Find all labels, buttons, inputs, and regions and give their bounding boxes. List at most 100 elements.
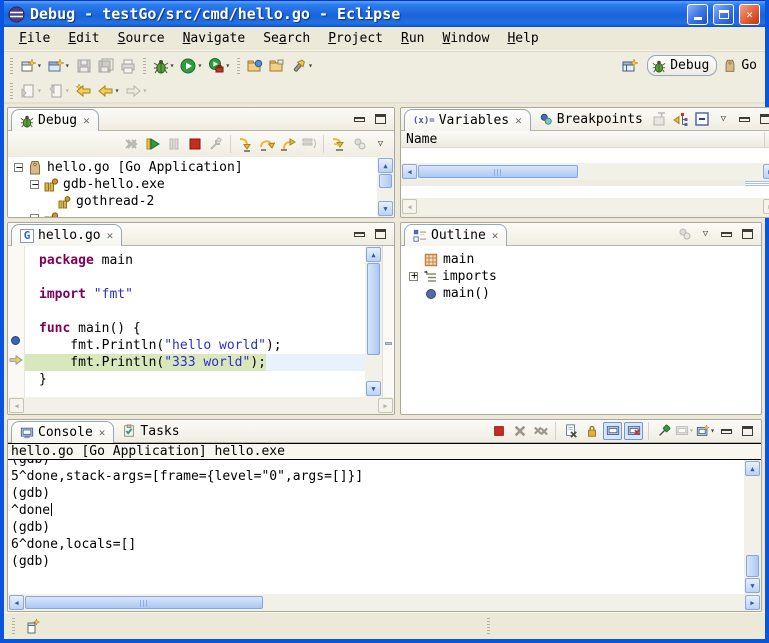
remove-launch-button[interactable] <box>510 422 529 440</box>
run-launch-button[interactable]: ▾ <box>177 55 205 77</box>
tab-debug[interactable]: Debug ✕ <box>11 109 99 131</box>
perspective-go-button[interactable]: Go <box>723 58 757 73</box>
console-hscrollbar[interactable]: ◀ ▶ <box>8 594 761 611</box>
new-project-button[interactable]: ▾ <box>45 55 73 77</box>
view-menu-chevron[interactable] <box>371 135 390 153</box>
collapse-all-button[interactable] <box>693 110 712 128</box>
terminate-button[interactable] <box>185 135 204 153</box>
tab-tasks[interactable]: Tasks <box>114 420 187 442</box>
forward-button[interactable]: ▾ <box>122 80 150 102</box>
editor-ruler[interactable] <box>8 246 25 397</box>
scroll-thumb[interactable] <box>418 165 578 178</box>
scroll-up-arrow[interactable]: ▲ <box>378 158 393 173</box>
previous-annotation-button[interactable]: ▾ <box>45 80 73 102</box>
variables-detail-pane[interactable] <box>401 186 769 198</box>
show-stdout-button[interactable] <box>603 422 622 440</box>
scroll-thumb[interactable] <box>25 596 263 609</box>
maximize-view-button[interactable] <box>738 225 757 243</box>
maximize-view-button[interactable] <box>738 422 757 440</box>
column-value[interactable]: V <box>764 132 769 147</box>
clear-console-button[interactable] <box>561 422 580 440</box>
expander-icon[interactable] <box>30 180 39 189</box>
display-console-button[interactable]: ▾ <box>675 422 694 440</box>
close-icon[interactable]: ✕ <box>105 229 114 242</box>
menu-navigate[interactable]: Navigate <box>174 29 255 48</box>
expander-icon[interactable] <box>30 214 39 217</box>
editor-content[interactable]: package main import "fmt" func main() { … <box>25 246 365 397</box>
view-menu-chevron[interactable] <box>696 225 715 243</box>
minimize-button[interactable] <box>687 4 708 25</box>
outline-item-imports[interactable]: imports <box>409 268 761 285</box>
overview-marker[interactable] <box>385 342 392 345</box>
show-stderr-button[interactable] <box>624 422 643 440</box>
save-button[interactable] <box>73 55 95 77</box>
back-button[interactable]: ▾ <box>95 80 123 102</box>
toolbar-drag-handle[interactable] <box>10 58 13 74</box>
scroll-thumb[interactable] <box>379 174 392 188</box>
scroll-lock-button[interactable] <box>582 422 601 440</box>
save-all-button[interactable] <box>95 55 117 77</box>
link-with-editor-button[interactable] <box>675 225 694 243</box>
expander-icon[interactable] <box>409 272 418 281</box>
maximize-view-button[interactable] <box>371 110 390 128</box>
minimize-view-button[interactable] <box>717 422 736 440</box>
external-tools-button[interactable]: ▾ <box>205 55 233 77</box>
step-into-button[interactable] <box>236 135 255 153</box>
scroll-down-arrow[interactable]: ▼ <box>745 578 760 593</box>
menu-project[interactable]: Project <box>319 29 392 48</box>
outline-item-package[interactable]: main <box>409 251 761 268</box>
debug-launch-button[interactable]: ▾ <box>150 55 178 77</box>
menu-edit[interactable]: Edit <box>59 29 108 48</box>
outline-item-main-func[interactable]: main() <box>409 285 761 302</box>
last-edit-location-button[interactable] <box>73 80 95 102</box>
maximize-view-button[interactable] <box>371 225 390 243</box>
remove-all-terminated-button[interactable] <box>122 135 141 153</box>
scroll-right-arrow[interactable]: ▶ <box>763 199 769 214</box>
variables-tree-area[interactable] <box>401 148 769 163</box>
resume-button[interactable] <box>143 135 162 153</box>
step-return-button[interactable] <box>278 135 297 153</box>
view-management-button[interactable] <box>350 135 369 153</box>
terminate-button[interactable] <box>489 422 508 440</box>
menu-file[interactable]: File <box>10 29 59 48</box>
close-icon[interactable]: ✕ <box>513 114 522 127</box>
overview-ruler[interactable] <box>382 246 394 397</box>
close-icon[interactable]: ✕ <box>97 426 106 439</box>
disconnect-button[interactable] <box>206 135 225 153</box>
menu-help[interactable]: Help <box>498 29 547 48</box>
minimize-view-button[interactable] <box>735 110 754 128</box>
tree-item-thread[interactable]: gothread-2 <box>12 193 377 210</box>
step-over-button[interactable] <box>257 135 276 153</box>
scroll-left-arrow[interactable]: ◀ <box>402 164 417 179</box>
tab-breakpoints[interactable]: Breakpoints <box>531 108 651 130</box>
print-button[interactable] <box>117 55 139 77</box>
tab-console[interactable]: Console ✕ <box>11 421 114 443</box>
use-step-filters-button[interactable] <box>329 135 348 153</box>
next-annotation-button[interactable]: ▾ <box>17 80 45 102</box>
detail-hscrollbar[interactable]: ◀ ▶ <box>401 198 769 215</box>
maximize-button[interactable] <box>713 4 734 25</box>
scroll-right-arrow[interactable]: ▶ <box>763 164 769 179</box>
search-button[interactable]: ▾ <box>288 55 316 77</box>
scroll-thumb[interactable] <box>367 263 380 355</box>
toolbar-drag-handle[interactable] <box>143 58 146 74</box>
minimize-view-button[interactable] <box>350 225 369 243</box>
open-console-button[interactable]: ▾ <box>696 422 715 440</box>
scroll-left-arrow[interactable]: ◀ <box>9 398 24 413</box>
open-resource-button[interactable] <box>244 55 266 77</box>
close-button[interactable]: ✕ <box>739 4 760 25</box>
suspend-button[interactable] <box>164 135 183 153</box>
pin-console-button[interactable] <box>654 422 673 440</box>
minimize-view-button[interactable] <box>350 110 369 128</box>
tree-item-process[interactable]: gdb-hello.exe <box>12 176 377 193</box>
toolbar-drag-handle[interactable] <box>10 83 13 99</box>
open-folder-button[interactable] <box>266 55 288 77</box>
tab-outline[interactable]: Outline ✕ <box>404 224 507 246</box>
scroll-left-arrow[interactable]: ◀ <box>402 199 417 214</box>
maximize-view-button[interactable] <box>756 110 769 128</box>
console-output[interactable]: (gdb) 5^done,stack-args=[frame={level="0… <box>8 460 744 594</box>
menu-window[interactable]: Window <box>433 29 498 48</box>
variables-hscrollbar[interactable]: ◀ ▶ <box>401 163 769 180</box>
debug-tree-vscrollbar[interactable]: ▲ ▼ <box>377 157 394 217</box>
scroll-up-arrow[interactable]: ▲ <box>745 461 760 476</box>
